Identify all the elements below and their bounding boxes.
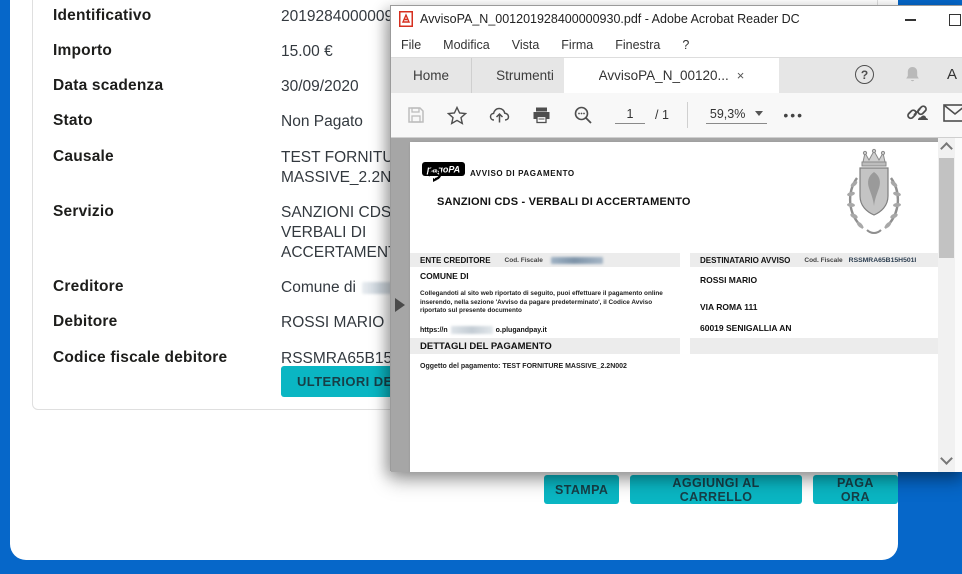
menu-finestra[interactable]: Finestra <box>615 38 660 52</box>
menu-firma[interactable]: Firma <box>561 38 593 52</box>
toolbar: 1 / 1 59,3% ••• <box>391 93 962 138</box>
destinatario-section-bar: DESTINATARIO AVVISO Cod. Fiscale RSSMRA6… <box>690 253 938 267</box>
menu-file[interactable]: File <box>401 38 421 52</box>
minimize-button[interactable] <box>905 19 916 21</box>
tab-home[interactable]: Home <box>391 58 471 93</box>
oggetto-value: TEST FORNITURE MASSIVE_2.2N002 <box>502 363 626 370</box>
account-label-partial[interactable]: A <box>947 66 957 83</box>
oggetto-pagamento-line: Oggetto del pagamento: TEST FORNITURE MA… <box>420 363 627 370</box>
oggetto-label: Oggetto del pagamento: <box>420 363 501 370</box>
field-label: Importo <box>53 42 281 62</box>
zoom-level-dropdown[interactable]: 59,3% <box>706 107 767 124</box>
menu-help[interactable]: ? <box>682 38 689 52</box>
field-label: Stato <box>53 112 281 132</box>
field-label: Debitore <box>53 313 281 333</box>
scroll-up-button[interactable] <box>938 138 955 154</box>
cod-fiscale-label: Cod. Fiscale <box>804 257 842 264</box>
menu-bar: File Modifica Vista Firma Finestra ? <box>391 32 962 57</box>
pdf-page: pagoPA AVVISO DI PAGAMENTO SANZIONI CDS … <box>410 142 938 472</box>
window-right-padding <box>955 138 962 472</box>
field-label: Creditore <box>53 278 281 298</box>
municipal-coat-of-arms <box>843 148 905 249</box>
print-icon[interactable] <box>532 106 551 124</box>
save-icon[interactable] <box>407 106 425 124</box>
chevron-down-icon <box>755 111 763 116</box>
zoom-level-value: 59,3% <box>710 107 745 121</box>
ente-creditore-section-bar: ENTE CREDITORE Cod. Fiscale <box>410 253 680 267</box>
star-icon[interactable] <box>447 106 467 125</box>
stampa-button[interactable]: STAMPA <box>544 475 619 504</box>
aggiungi-al-carrello-button[interactable]: AGGIUNGI AL CARRELLO <box>630 475 801 504</box>
redacted-url-segment <box>451 326 493 334</box>
ente-name: COMUNE DI <box>420 271 469 281</box>
dettagli-pagamento-section-bar: DETTAGLI DEL PAGAMENTO <box>410 338 680 354</box>
tab-strumenti[interactable]: Strumenti <box>471 58 579 93</box>
avviso-di-pagamento-label: AVVISO DI PAGAMENTO <box>470 169 575 178</box>
acrobat-reader-window: AvvisoPA_N_001201928400000930.pdf - Adob… <box>390 5 962 471</box>
destinatario-heading: DESTINATARIO AVVISO <box>700 256 790 265</box>
destinatario-cod-fiscale-value: RSSMRA65B15H501I <box>849 257 917 264</box>
redacted-cod-fiscale <box>551 257 603 264</box>
pagopa-logo: pagoPA <box>420 162 466 189</box>
action-buttons-row: STAMPA AGGIUNGI AL CARRELLO PAGA ORA <box>544 475 898 504</box>
menu-vista[interactable]: Vista <box>512 38 540 52</box>
destinatario-name: ROSSI MARIO <box>700 275 757 285</box>
ente-creditore-heading: ENTE CREDITORE <box>420 256 491 265</box>
close-tab-icon[interactable]: × <box>737 68 745 83</box>
tab-document-label: AvvisoPA_N_00120... <box>599 68 729 83</box>
url-suffix: o.plugandpay.it <box>496 327 547 334</box>
destinatario-address-line2: 60019 SENIGALLIA AN <box>700 323 791 333</box>
dettagli-pagamento-section-bar-right <box>690 338 938 354</box>
paga-ora-button[interactable]: PAGA ORA <box>813 475 898 504</box>
payment-url: https://n o.plugandpay.it <box>420 326 547 334</box>
zoom-search-icon[interactable] <box>573 105 593 125</box>
window-title: AvvisoPA_N_001201928400000930.pdf - Adob… <box>420 12 800 26</box>
field-label: Data scadenza <box>53 77 281 97</box>
toolbar-right-icons <box>905 93 962 137</box>
field-label: Causale <box>53 148 281 188</box>
field-label: Identificativo <box>53 7 281 27</box>
maximize-button[interactable] <box>949 14 961 26</box>
share-link-icon[interactable] <box>905 102 929 129</box>
field-label: Servizio <box>53 203 281 263</box>
tab-document[interactable]: AvvisoPA_N_00120... × <box>564 58 779 93</box>
document-view-area: pagoPA AVVISO DI PAGAMENTO SANZIONI CDS … <box>391 138 962 472</box>
window-titlebar[interactable]: AvvisoPA_N_001201928400000930.pdf - Adob… <box>391 6 962 32</box>
payment-instructions-text: Collegandoti al sito web riportato di se… <box>420 290 672 316</box>
navigation-pane-toggle-icon[interactable] <box>395 298 405 312</box>
page-total-label: / 1 <box>655 108 669 122</box>
field-label: Codice fiscale debitore <box>53 349 281 369</box>
cloud-upload-icon[interactable] <box>489 106 510 124</box>
toolbar-divider <box>687 102 688 128</box>
pdf-document-title: SANZIONI CDS - VERBALI DI ACCERTAMENTO <box>437 196 691 208</box>
help-icon[interactable]: ? <box>855 65 874 84</box>
url-prefix: https://n <box>420 327 448 334</box>
scrollbar-thumb[interactable] <box>939 158 954 258</box>
pdf-file-icon <box>399 11 413 27</box>
page-number-input[interactable]: 1 <box>615 107 645 124</box>
dettagli-pagamento-heading: DETTAGLI DEL PAGAMENTO <box>420 341 552 352</box>
email-icon[interactable] <box>943 104 962 127</box>
notifications-bell-icon[interactable] <box>903 65 922 90</box>
more-tools-icon[interactable]: ••• <box>783 107 804 123</box>
destinatario-address-line1: VIA ROMA 111 <box>700 302 757 312</box>
scroll-down-button[interactable] <box>938 454 955 470</box>
menu-modifica[interactable]: Modifica <box>443 38 490 52</box>
vertical-scrollbar[interactable] <box>938 138 955 472</box>
cod-fiscale-label: Cod. Fiscale <box>505 257 543 264</box>
tab-strip: Home Strumenti AvvisoPA_N_00120... × ? A <box>391 57 962 93</box>
